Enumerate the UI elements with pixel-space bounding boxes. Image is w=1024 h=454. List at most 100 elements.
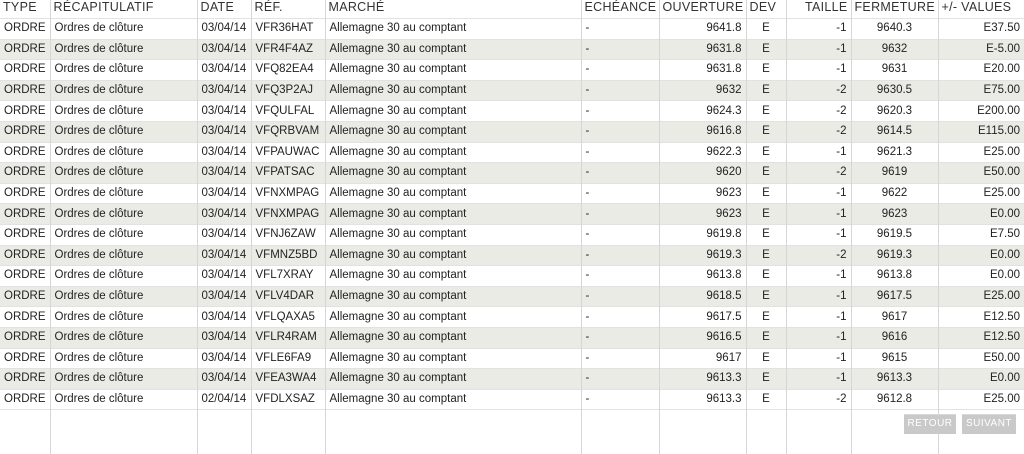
- suivant-button[interactable]: SUIVANT: [962, 414, 1016, 434]
- retour-button[interactable]: RETOUR: [904, 414, 956, 434]
- cell-marche: Allemagne 30 au comptant: [324, 306, 581, 328]
- cell-marche: Allemagne 30 au comptant: [324, 120, 581, 143]
- cell-ouverture: 9613.8: [658, 265, 746, 287]
- cell-echeance: -: [580, 326, 659, 348]
- cell-type: ORDRE: [0, 326, 50, 348]
- cell-type: ORDRE: [0, 162, 50, 184]
- cell-taille: -2: [785, 100, 851, 122]
- cell-ouverture: 9613.3: [658, 368, 746, 390]
- cell-fermeture: 9631: [850, 59, 938, 81]
- cell-values: E50.00: [937, 162, 1024, 184]
- col-dev-header[interactable]: DEV: [745, 0, 786, 19]
- table-row: ORDRE Ordres de clôture 03/04/14 VFPAUWAC Al…: [0, 141, 1024, 163]
- cell-ref: VFLE6FA9: [250, 347, 325, 369]
- cell-values: E50.00: [937, 347, 1024, 369]
- cell-date: 03/04/14: [196, 223, 251, 246]
- cell-ref: VFMNZ5BD: [250, 244, 325, 266]
- cell-date: 03/04/14: [196, 182, 251, 204]
- cell-type: ORDRE: [0, 182, 50, 204]
- cell-type: ORDRE: [0, 244, 50, 266]
- cell-fermeture: 9620.3: [850, 100, 938, 122]
- cell-marche: Allemagne 30 au comptant: [324, 79, 581, 101]
- cell-fermeture: 9615: [850, 347, 938, 369]
- cell-marche: Allemagne 30 au comptant: [324, 18, 581, 40]
- table-row: ORDRE Ordres de clôture 03/04/14 VFLR4RAM Al…: [0, 326, 1024, 348]
- table-row: ORDRE Ordres de clôture 03/04/14 VFQ3P2AJ Al…: [0, 79, 1024, 101]
- cell-dev: E: [745, 265, 786, 287]
- col-values-header[interactable]: +/- VALUES: [937, 0, 1024, 19]
- cell-recap: Ordres de clôture: [49, 59, 197, 81]
- cell-marche: Allemagne 30 au comptant: [324, 347, 581, 369]
- cell-type: ORDRE: [0, 223, 50, 246]
- cell-recap: Ordres de clôture: [49, 100, 197, 122]
- cell-type: ORDRE: [0, 203, 50, 225]
- cell-values: E12.50: [937, 326, 1024, 348]
- cell-type: ORDRE: [0, 59, 50, 81]
- cell-dev: E: [745, 244, 786, 266]
- cell-dev: E: [745, 100, 786, 122]
- cell-date: 03/04/14: [196, 59, 251, 81]
- cell-type: ORDRE: [0, 18, 50, 40]
- col-taille-header[interactable]: TAILLE: [785, 0, 851, 19]
- cell-ref: VFR4F4AZ: [250, 38, 325, 60]
- cell-fermeture: 9623: [850, 203, 938, 225]
- cell-taille: -1: [785, 182, 851, 204]
- col-date-header[interactable]: DATE: [196, 0, 251, 19]
- table-row: ORDRE Ordres de clôture 03/04/14 VFMNZ5BD Al…: [0, 244, 1024, 266]
- cell-recap: Ordres de clôture: [49, 388, 197, 410]
- cell-date: 03/04/14: [196, 326, 251, 348]
- cell-ouverture: 9617: [658, 347, 746, 369]
- cell-taille: -1: [785, 326, 851, 348]
- orders-table: TYPE RÉCAPITULATIF DATE RÉF. MARCHÉ ECHÉ…: [0, 0, 1024, 454]
- cell-taille: -1: [785, 347, 851, 369]
- col-ouverture-header[interactable]: OUVERTURE: [658, 0, 746, 19]
- cell-ouverture: 9616.5: [658, 326, 746, 348]
- cell-ouverture: 9631.8: [658, 38, 746, 60]
- cell-values: E25.00: [937, 285, 1024, 307]
- cell-echeance: -: [580, 182, 659, 204]
- col-ref-header[interactable]: RÉF.: [250, 0, 325, 19]
- cell-ref: VFLR4RAM: [250, 326, 325, 348]
- cell-marche: Allemagne 30 au comptant: [324, 100, 581, 122]
- cell-marche: Allemagne 30 au comptant: [324, 244, 581, 266]
- cell-values: E-5.00: [937, 38, 1024, 60]
- cell-echeance: -: [580, 244, 659, 266]
- cell-ref: VFL7XRAY: [250, 265, 325, 287]
- col-recap-header[interactable]: RÉCAPITULATIF: [49, 0, 197, 19]
- table-row: ORDRE Ordres de clôture 03/04/14 VFNXMPAG Al…: [0, 182, 1024, 204]
- cell-dev: E: [745, 347, 786, 369]
- table-row: ORDRE Ordres de clôture 02/04/14 VFDLXSAZ Al…: [0, 388, 1024, 410]
- cell-ref: VFQ82EA4: [250, 59, 325, 81]
- cell-taille: -1: [785, 285, 851, 307]
- cell-fermeture: 9612.8: [850, 388, 938, 410]
- cell-echeance: -: [580, 203, 659, 225]
- cell-recap: Ordres de clôture: [49, 326, 197, 348]
- col-echeance-header[interactable]: ECHÉANCE: [580, 0, 659, 19]
- cell-marche: Allemagne 30 au comptant: [324, 38, 581, 60]
- table-row: ORDRE Ordres de clôture 03/04/14 VFQRBVAM Al…: [0, 120, 1024, 143]
- cell-recap: Ordres de clôture: [49, 368, 197, 390]
- cell-dev: E: [745, 306, 786, 328]
- cell-marche: Allemagne 30 au comptant: [324, 388, 581, 410]
- cell-values: E75.00: [937, 79, 1024, 101]
- col-type-header[interactable]: TYPE: [0, 0, 50, 19]
- cell-ouverture: 9620: [658, 162, 746, 184]
- cell-ref: VFNXMPAG: [250, 203, 325, 225]
- cell-date: 03/04/14: [196, 203, 251, 225]
- cell-echeance: -: [580, 18, 659, 40]
- col-marche-header[interactable]: MARCHÉ: [324, 0, 581, 19]
- cell-recap: Ordres de clôture: [49, 162, 197, 184]
- cell-taille: -1: [785, 18, 851, 40]
- cell-marche: Allemagne 30 au comptant: [324, 223, 581, 246]
- cell-type: ORDRE: [0, 120, 50, 143]
- table-row: ORDRE Ordres de clôture 03/04/14 VFQ82EA4 Al…: [0, 59, 1024, 81]
- cell-date: 03/04/14: [196, 244, 251, 266]
- cell-recap: Ordres de clôture: [49, 285, 197, 307]
- cell-ref: VFQ3P2AJ: [250, 79, 325, 101]
- cell-ref: VFQRBVAM: [250, 120, 325, 143]
- cell-marche: Allemagne 30 au comptant: [324, 203, 581, 225]
- col-fermeture-header[interactable]: FERMETURE: [850, 0, 938, 19]
- cell-fermeture: 9613.3: [850, 368, 938, 390]
- cell-dev: E: [745, 182, 786, 204]
- cell-values: E0.00: [937, 368, 1024, 390]
